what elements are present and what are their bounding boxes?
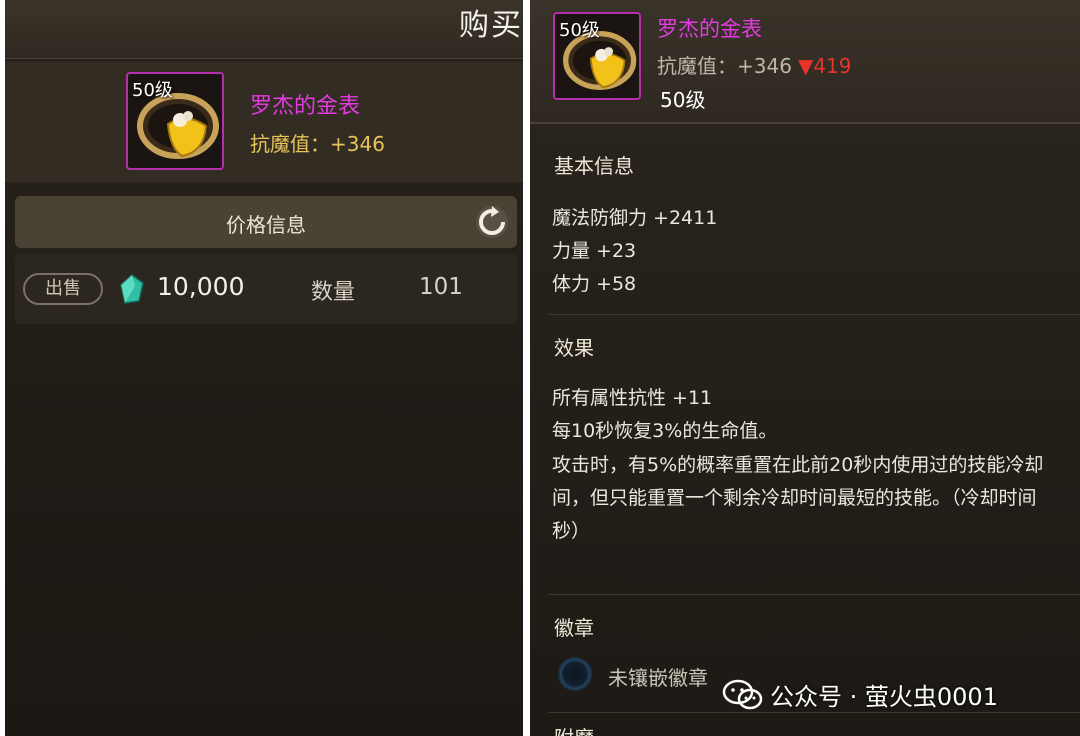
section-divider: [548, 314, 1080, 315]
item-detail-header: 50级 罗杰的金表 抗魔值：+346 ▼419 50级: [530, 0, 1080, 124]
badge-slot-icon[interactable]: [558, 657, 592, 691]
listing-row[interactable]: 出售 10,000 数量 101: [15, 254, 517, 324]
item-stat: 抗魔值：+346: [250, 132, 385, 156]
item-icon-frame: 50级: [553, 12, 641, 100]
item-summary-card[interactable]: 50级 罗杰的金表 抗魔值：+346: [5, 62, 523, 182]
enchant-title: 附魔: [554, 722, 594, 736]
basic-info-line: 体力 +58: [552, 273, 637, 295]
item-stat: 抗魔值：+346 ▼419: [657, 50, 852, 79]
market-panel: 购买 50级 罗杰的金表 抗魔值：+346 价格信息 出售 10,000 数量 …: [5, 0, 523, 736]
level-badge: 50级: [132, 80, 173, 101]
quantity-label: 数量: [311, 280, 356, 305]
section-divider: [548, 594, 1080, 595]
listing-price: 10,000: [157, 272, 245, 301]
item-name: 罗杰的金表: [250, 94, 361, 119]
item-level: 50级: [660, 88, 706, 112]
stat-value: 抗魔值：+346: [657, 54, 792, 78]
price-info-title: 价格信息: [226, 213, 306, 237]
quantity-value: 101: [419, 274, 463, 300]
wechat-icon: [722, 679, 763, 710]
effect-line: 秒）: [552, 520, 591, 542]
item-name: 罗杰的金表: [657, 17, 762, 41]
gem-currency-icon: [120, 274, 144, 304]
badge-status: 未镶嵌徽章: [608, 666, 708, 690]
effect-line: 攻击时，有5%的概率重置在此前20秒内使用过的技能冷却: [552, 454, 1044, 476]
item-icon-frame[interactable]: 50级: [126, 72, 224, 170]
section-divider: [548, 712, 1080, 713]
effect-title: 效果: [554, 336, 594, 360]
watermark: 公众号 · 萤火虫0001: [770, 683, 998, 711]
buy-tab-title[interactable]: 购买: [459, 0, 523, 44]
stat-compare-down: ▼419: [797, 54, 852, 78]
effect-line: 所有属性抗性 +11: [552, 387, 713, 409]
level-badge: 50级: [559, 20, 600, 41]
sell-button[interactable]: 出售: [23, 273, 103, 305]
badge-title: 徽章: [554, 616, 594, 640]
item-detail-panel: 50级 罗杰的金表 抗魔值：+346 ▼419 50级 基本信息 魔法防御力 +2…: [530, 0, 1080, 736]
basic-info-title: 基本信息: [554, 154, 634, 178]
basic-info-line: 力量 +23: [552, 240, 637, 262]
effect-line: 间，但只能重置一个剩余冷却时间最短的技能。（冷却时间: [552, 487, 1037, 509]
top-bar: 购买: [5, 0, 523, 59]
price-info-header: 价格信息: [15, 196, 517, 248]
basic-info-line: 魔法防御力 +2411: [552, 207, 718, 229]
refresh-icon[interactable]: [475, 205, 509, 239]
effect-line: 每10秒恢复3%的生命值。: [552, 420, 778, 442]
